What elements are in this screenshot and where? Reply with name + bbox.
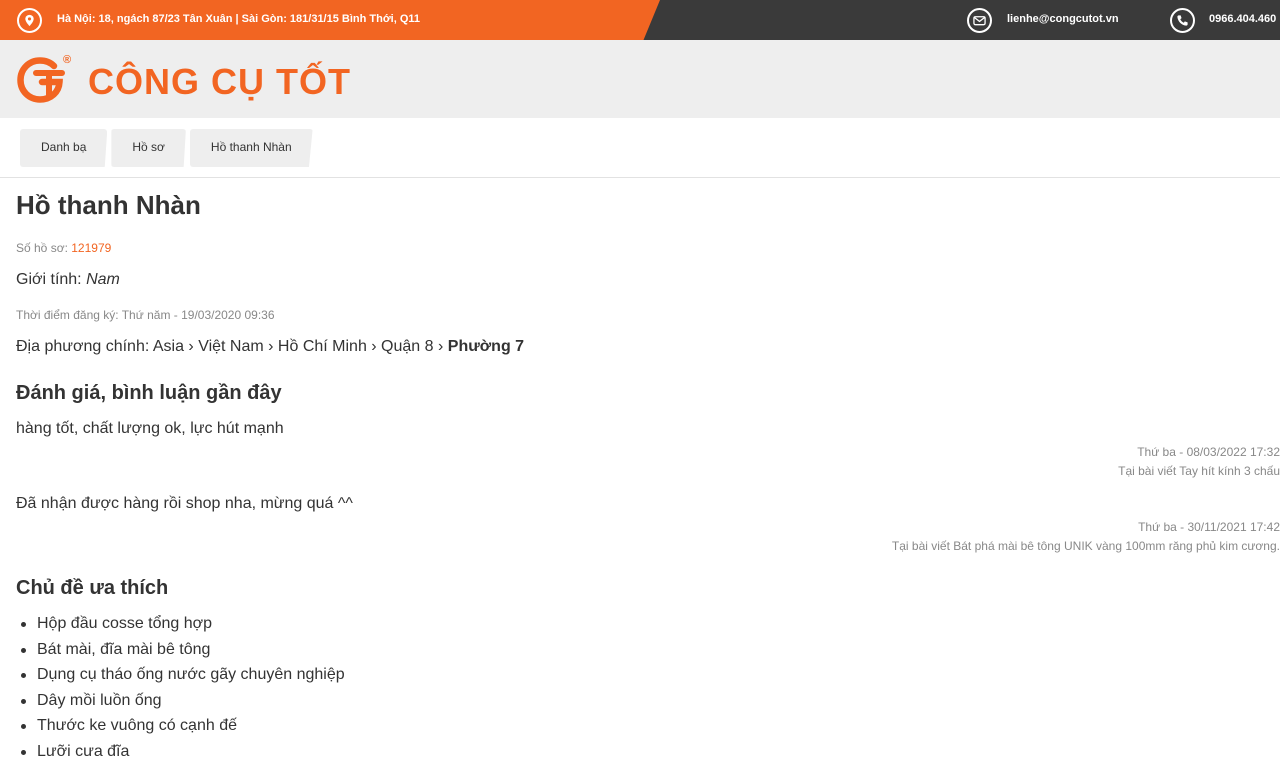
site-header: ® CÔNG CỤ TỐT — [0, 40, 1280, 118]
topic-item[interactable]: Bát mài, đĩa mài bê tông — [16, 640, 345, 666]
top-contact-bar: Hà Nội: 18, ngách 87/23 Tân Xuân | Sài G… — [0, 0, 1280, 40]
main-location: Địa phương chính: Asia › Việt Nam › Hồ C… — [16, 338, 524, 356]
breadcrumb-item-profiles[interactable]: Hồ sơ — [111, 129, 186, 167]
topics-title: Chủ đề ưa thích — [16, 577, 169, 599]
logo-icon[interactable]: ® — [14, 50, 74, 110]
topic-item[interactable]: Dụng cụ tháo ống nước gãy chuyên nghiệp — [16, 665, 345, 691]
registration-label: Thời điểm đăng ký: — [16, 308, 119, 322]
breadcrumb: Danh bạ Hồ sơ Hồ thanh Nhàn — [20, 129, 313, 167]
gender-label: Giới tính: — [16, 271, 82, 288]
registered-mark: ® — [63, 54, 71, 66]
location-label: Địa phương chính: — [16, 338, 150, 355]
location-ward[interactable]: Phường 7 — [448, 338, 524, 355]
topic-item[interactable]: Hộp đầu cosse tổng hợp — [16, 614, 345, 640]
reviews-title: Đánh giá, bình luận gần đây — [16, 382, 282, 404]
review-text: Đã nhận được hàng rồi shop nha, mừng quá… — [16, 495, 353, 512]
topic-item[interactable]: Lưỡi cưa đĩa — [16, 742, 345, 768]
profile-number-value: 121979 — [71, 241, 112, 255]
logo-text[interactable]: CÔNG CỤ TỐT — [88, 64, 351, 100]
topic-item[interactable]: Dây mồi luồn ống — [16, 691, 345, 717]
breadcrumb-item-directory[interactable]: Danh bạ — [20, 129, 108, 167]
gender-value: Nam — [86, 271, 120, 288]
map-pin-icon — [17, 8, 42, 33]
registration-value: Thứ năm - 19/03/2020 09:36 — [121, 308, 275, 322]
location-path[interactable]: Asia › Việt Nam › Hồ Chí Minh › Quận 8 › — [153, 338, 443, 355]
profile-number: Số hồ sơ: 121979 — [16, 241, 111, 255]
gender: Giới tính: Nam — [16, 271, 120, 289]
review-date: Thứ ba - 08/03/2022 17:32 — [1137, 445, 1280, 459]
review-date: Thứ ba - 30/11/2021 17:42 — [1138, 520, 1280, 534]
breadcrumb-item-current[interactable]: Hồ thanh Nhàn — [189, 129, 313, 167]
phone-icon[interactable] — [1170, 8, 1195, 33]
review-post-link[interactable]: Tại bài viết Bát phá mài bê tông UNIK và… — [892, 539, 1280, 553]
header-divider — [0, 177, 1280, 178]
phone-link[interactable]: 0966.404.460 — [1209, 13, 1276, 25]
profile-number-label: Số hồ sơ: — [16, 241, 68, 255]
review-text: hàng tốt, chất lượng ok, lực hút mạnh — [16, 420, 284, 437]
mail-icon[interactable] — [967, 8, 992, 33]
registration-time: Thời điểm đăng ký: Thứ năm - 19/03/2020 … — [16, 308, 275, 322]
topics-list: Hộp đầu cosse tổng hợp Bát mài, đĩa mài … — [16, 614, 345, 767]
address-text: Hà Nội: 18, ngách 87/23 Tân Xuân | Sài G… — [57, 13, 421, 25]
topic-item[interactable]: Thước ke vuông có cạnh đế — [16, 716, 345, 742]
page-title: Hồ thanh Nhàn — [16, 190, 201, 220]
review-post-link[interactable]: Tại bài viết Tay hít kính 3 chấu — [1118, 464, 1280, 478]
email-link[interactable]: lienhe@congcutot.vn — [1007, 13, 1119, 25]
